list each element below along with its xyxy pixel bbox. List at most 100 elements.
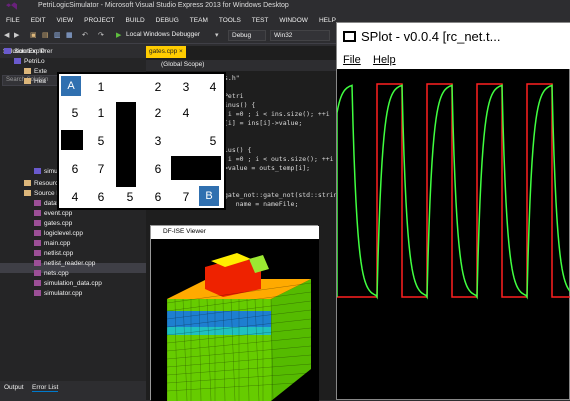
- tree-item-label: simulation_data.cpp: [44, 280, 102, 287]
- splot-menu-file[interactable]: File: [343, 54, 361, 66]
- mesh-side-face: [271, 279, 311, 401]
- menu-edit[interactable]: EDIT: [25, 14, 51, 28]
- tree-item-label: nets.cpp: [44, 270, 69, 277]
- tree-item-label: event.cpp: [44, 210, 73, 217]
- folder-icon: [24, 68, 31, 74]
- puzzle-cell[interactable]: 6: [87, 186, 115, 209]
- undo-icon[interactable]: ↶: [82, 31, 88, 41]
- cpp-file-icon: [34, 270, 41, 276]
- tree-item[interactable]: gates.cpp: [34, 220, 72, 227]
- window-title: PetriLogicSimulator - Microsoft Visual S…: [38, 2, 289, 9]
- code-line: [i] = ins[i]->value;: [224, 119, 303, 127]
- tree-item[interactable]: main.cpp: [34, 240, 70, 247]
- tree-item[interactable]: Solution 'P: [4, 48, 45, 55]
- run-dropdown-icon[interactable]: ▾: [215, 31, 219, 41]
- menu-test[interactable]: TEST: [246, 14, 274, 28]
- forward-icon[interactable]: ▶: [14, 31, 19, 41]
- tree-item-label: main.cpp: [44, 240, 71, 247]
- cpp-file-icon: [34, 210, 41, 216]
- puzzle-cell[interactable]: 5: [87, 130, 115, 153]
- puzzle-cell[interactable]: 4: [172, 102, 200, 125]
- code-line: i =0 ; i < outs.size(); ++i: [224, 155, 334, 163]
- scope-dropdown[interactable]: (Global Scope): [146, 60, 336, 71]
- puzzle-cell[interactable]: 3: [144, 130, 172, 153]
- new-project-icon[interactable]: ▣: [30, 31, 37, 41]
- puzzle-cell[interactable]: 6: [61, 158, 89, 181]
- dfise-viewer-window: DF-ISE Viewer: [150, 225, 319, 401]
- back-icon[interactable]: ◀: [4, 31, 9, 41]
- cpp-file-icon: [34, 220, 41, 226]
- start-debug-icon[interactable]: ▶: [116, 31, 121, 41]
- tree-item-label: netlist_reader.cpp: [44, 260, 96, 267]
- puzzle-cell[interactable]: 4: [199, 76, 227, 99]
- splot-menu-help[interactable]: Help: [373, 54, 396, 66]
- tree-item[interactable]: simulator.cpp: [34, 290, 82, 297]
- platform-select[interactable]: Win32: [270, 30, 330, 41]
- tree-item[interactable]: netlist_reader.cpp: [34, 260, 95, 267]
- puzzle-cell[interactable]: 6: [144, 186, 172, 209]
- menu-view[interactable]: VIEW: [51, 14, 79, 28]
- folder-icon: [24, 190, 31, 196]
- dfise-3d-view[interactable]: [151, 239, 319, 401]
- run-button[interactable]: Local Windows Debugger: [126, 31, 200, 41]
- solution-icon: [4, 48, 11, 54]
- tree-item[interactable]: PetriLo: [14, 58, 45, 65]
- tree-item-label: logiclevel.cpp: [44, 230, 84, 237]
- menu-team[interactable]: TEAM: [184, 14, 213, 28]
- puzzle-cell[interactable]: 4: [61, 186, 89, 209]
- tab-error-list[interactable]: Error List: [32, 384, 59, 392]
- puzzle-cell[interactable]: 7: [87, 158, 115, 181]
- menu-tools[interactable]: TOOLS: [213, 14, 246, 28]
- save-all-icon[interactable]: ▦: [66, 31, 73, 41]
- code-line: >value = outs_temp[i];: [224, 164, 311, 172]
- code-line: lus() {: [224, 146, 252, 154]
- tree-item[interactable]: simulation_data.cpp: [34, 280, 102, 287]
- scope-label: (Global Scope): [161, 61, 205, 68]
- puzzle-cell[interactable]: 1: [87, 76, 115, 99]
- puzzle-cell[interactable]: 6: [144, 158, 172, 181]
- marker-b[interactable]: B: [199, 186, 219, 206]
- tree-item[interactable]: nets.cpp: [34, 270, 69, 277]
- tree-item-label: Exte: [34, 68, 48, 75]
- menu-window[interactable]: WINDOW: [273, 14, 313, 28]
- menu-build[interactable]: BUILD: [120, 14, 150, 28]
- block-horizontal: [171, 156, 221, 180]
- splot-plot-area: [337, 83, 570, 300]
- tree-item[interactable]: Hea: [24, 78, 46, 85]
- marker-a[interactable]: A: [61, 76, 81, 96]
- puzzle-cell[interactable]: 2: [144, 76, 172, 99]
- puzzle-cell[interactable]: 3: [172, 76, 200, 99]
- splot-app-icon: [343, 31, 356, 42]
- cpp-file-icon: [34, 290, 41, 296]
- menu-file[interactable]: FILE: [0, 14, 25, 28]
- cpp-file-icon: [34, 230, 41, 236]
- tab-gates-cpp[interactable]: gates.cpp ×: [146, 46, 186, 58]
- tree-item-label: Hea: [34, 78, 46, 85]
- puzzle-cell[interactable]: 7: [172, 186, 200, 209]
- cpp-file-icon: [34, 200, 41, 206]
- tree-item-label: netlist.cpp: [44, 250, 74, 257]
- response-series: [337, 84, 570, 300]
- open-folder-icon[interactable]: ▤: [42, 31, 49, 41]
- tab-output[interactable]: Output: [4, 384, 24, 391]
- tree-item-label: simulator.cpp: [44, 290, 83, 297]
- tree-item[interactable]: netlist.cpp: [34, 250, 73, 257]
- block-vertical: [116, 102, 136, 187]
- puzzle-cell[interactable]: 5: [199, 130, 227, 153]
- code-line: name = nameFile;: [224, 200, 299, 208]
- menu-debug[interactable]: DEBUG: [150, 14, 184, 28]
- tree-item[interactable]: Exte: [24, 68, 47, 75]
- puzzle-cell[interactable]: 5: [61, 102, 89, 125]
- puzzle-cell[interactable]: 5: [116, 186, 144, 209]
- tree-item[interactable]: logiclevel.cpp: [34, 230, 83, 237]
- puzzle-cell[interactable]: 2: [144, 102, 172, 125]
- puzzle-cell[interactable]: 1: [87, 102, 115, 125]
- redo-icon[interactable]: ↷: [98, 31, 104, 41]
- config-select[interactable]: Debug: [228, 30, 266, 41]
- menu-project[interactable]: PROJECT: [78, 14, 119, 28]
- tree-item[interactable]: event.cpp: [34, 210, 72, 217]
- editor-tab-label: gates.cpp: [149, 48, 178, 55]
- save-icon[interactable]: ▥: [54, 31, 61, 41]
- cpp-file-icon: [34, 280, 41, 286]
- folder-icon: [24, 78, 31, 84]
